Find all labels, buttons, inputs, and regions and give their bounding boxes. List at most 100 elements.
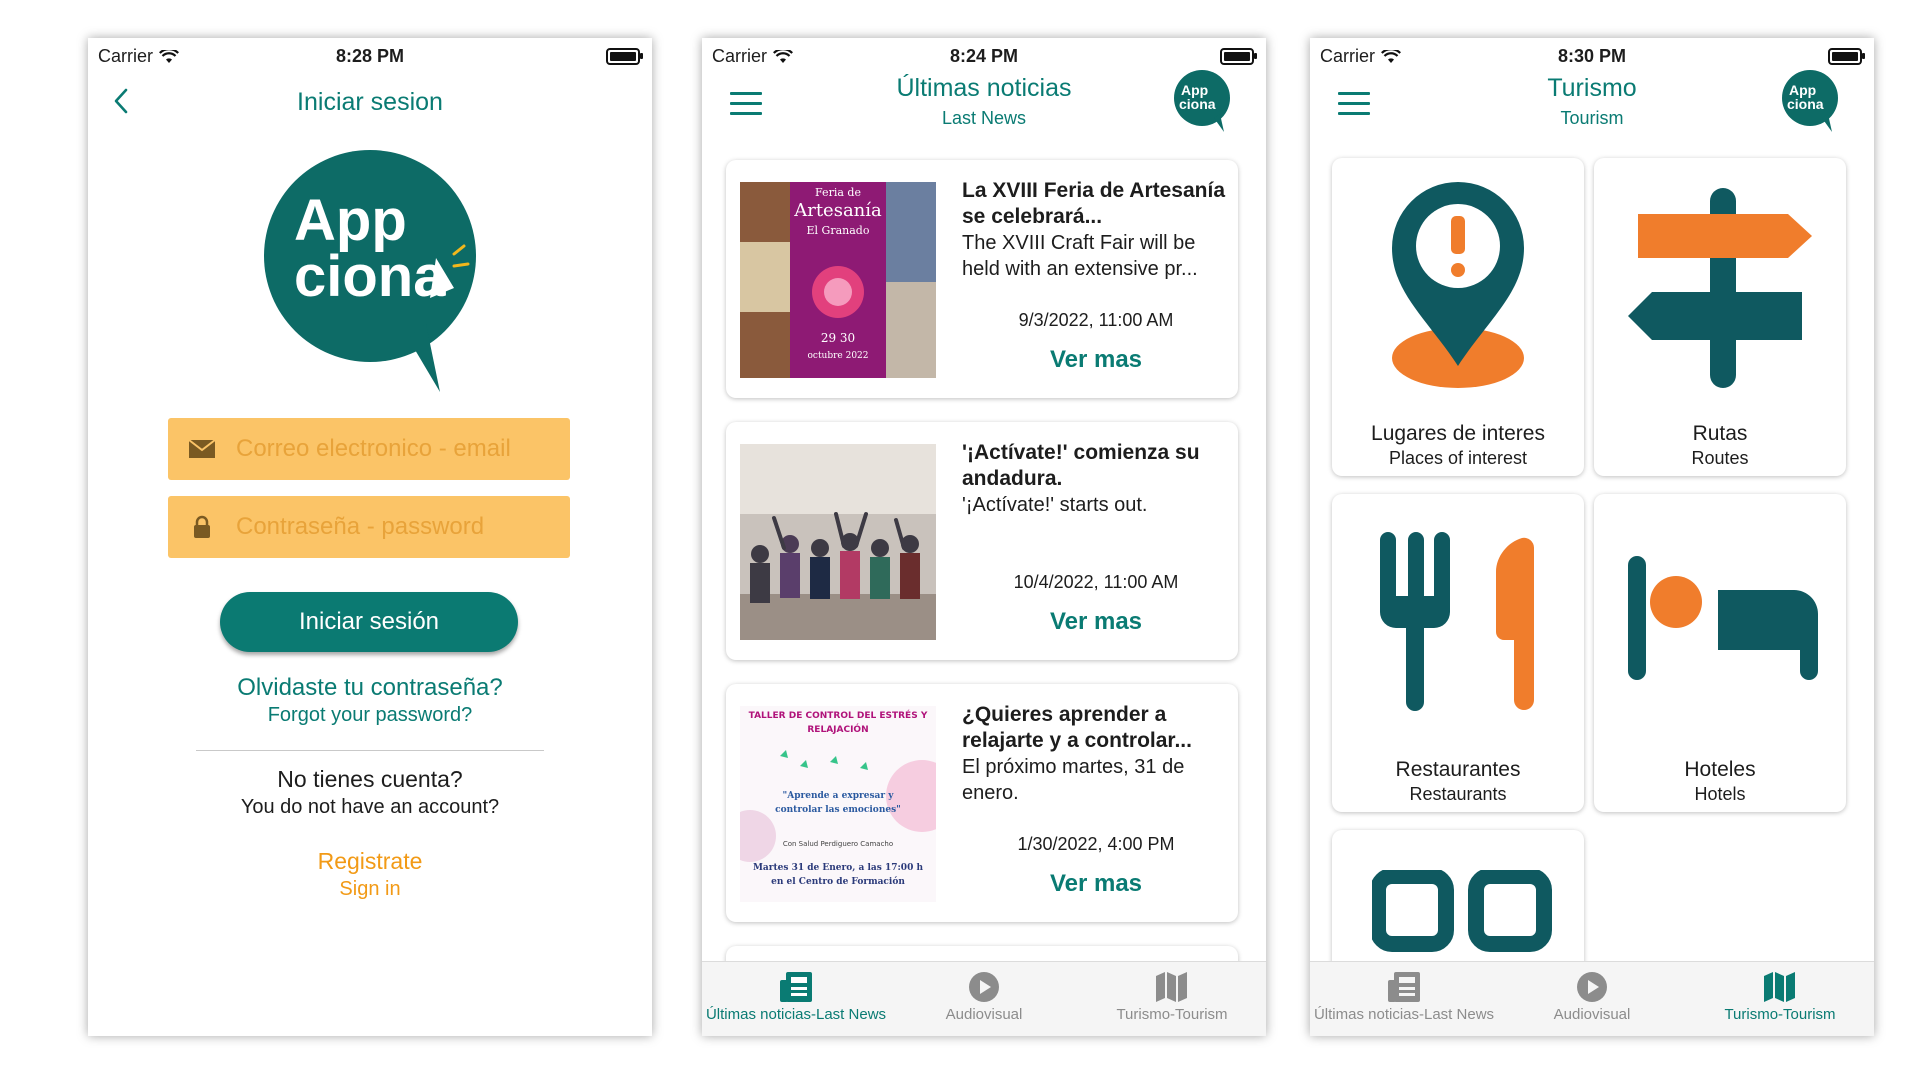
tile-sublabel: Routes xyxy=(1691,448,1749,468)
tab-label: Audiovisual xyxy=(1553,1006,1631,1023)
register-link[interactable]: Registrate xyxy=(88,848,652,875)
bed-icon xyxy=(1628,556,1818,680)
tourism-screen: Carrier 8:30 PM Turismo Tourism App cion… xyxy=(1310,38,1874,1036)
svg-text:Con Salud Perdiguero Camacho: Con Salud Perdiguero Camacho xyxy=(783,840,893,848)
svg-text:en el Centro de Formación: en el Centro de Formación xyxy=(771,876,905,887)
forgot-password-link-en[interactable]: Forgot your password? xyxy=(88,704,652,727)
tab-bar: Últimas noticias-Last News Audiovisual T… xyxy=(702,961,1266,1036)
tab-label: Últimas noticias-Last News xyxy=(705,1006,887,1023)
clock: 8:24 PM xyxy=(949,46,1019,66)
tab-label: Audiovisual xyxy=(945,1006,1023,1023)
email-field[interactable] xyxy=(168,418,570,480)
appciona-mini-logo: App ciona xyxy=(1174,70,1230,132)
forgot-password-link[interactable]: Olvidaste tu contraseña? xyxy=(88,674,652,702)
tile-label: Hoteles xyxy=(1684,758,1756,781)
status-bar: Carrier 8:28 PM xyxy=(88,38,652,72)
svg-text:ciona: ciona xyxy=(1179,96,1216,112)
tab-tourism[interactable]: Turismo-Tourism xyxy=(1686,970,1874,1023)
tile-label: Lugares de interes xyxy=(1371,422,1545,445)
tab-audiovisual[interactable]: Audiovisual xyxy=(1498,970,1686,1023)
status-bar: Carrier 8:30 PM xyxy=(1310,38,1874,72)
svg-text:controlar las emociones": controlar las emociones" xyxy=(775,805,901,815)
appciona-logo: App ciona xyxy=(264,150,476,392)
svg-text:"Aprende a expresar y: "Aprende a expresar y xyxy=(783,791,895,801)
fork-knife-icon xyxy=(1380,532,1535,711)
news-description: '¡Actívate!' starts out. xyxy=(962,494,1148,516)
tile-sublabel: Hotels xyxy=(1694,784,1746,804)
signpost-icon xyxy=(1628,188,1812,388)
tile-sublabel: Restaurants xyxy=(1409,784,1507,804)
map-icon xyxy=(1156,972,1187,1002)
news-date: 1/30/2022, 4:00 PM xyxy=(1017,834,1175,854)
play-icon xyxy=(969,972,999,1002)
svg-text:Artesanía: Artesanía xyxy=(793,200,882,221)
login-screen: Carrier 8:28 PM Iniciar sesion App ciona… xyxy=(88,38,652,1036)
news-card[interactable]: Feria de Artesanía El Granado 29 30 octu… xyxy=(726,160,1238,398)
mail-icon xyxy=(188,438,216,460)
svg-text:29 30: 29 30 xyxy=(821,331,855,345)
location-pin-icon xyxy=(1392,182,1524,388)
clock: 8:28 PM xyxy=(335,46,405,66)
tab-label: Turismo-Tourism xyxy=(1116,1006,1228,1023)
news-title: '¡Actívate!' comienza su andadura. xyxy=(962,441,1200,490)
divider xyxy=(196,750,544,751)
tile-places-of-interest[interactable]: Lugares de interes Places of interest xyxy=(1332,158,1584,476)
svg-text:ciona: ciona xyxy=(294,244,446,309)
battery-icon xyxy=(606,48,643,65)
tile-label: Restaurantes xyxy=(1395,758,1521,781)
news-title: ¿Quieres aprender a relajarte y a contro… xyxy=(962,703,1192,752)
svg-text:TALLER DE CONTROL DEL ESTRÉS Y: TALLER DE CONTROL DEL ESTRÉS Y xyxy=(749,709,928,721)
clock: 8:30 PM xyxy=(1557,46,1627,66)
news-image-craft-fair: Feria de Artesanía El Granado 29 30 octu… xyxy=(740,182,936,378)
tab-audiovisual[interactable]: Audiovisual xyxy=(890,970,1078,1023)
news-description: El próximo martes, 31 de enero. xyxy=(962,756,1185,804)
email-input[interactable] xyxy=(234,434,558,464)
tile-hotels[interactable]: Hoteles Hotels xyxy=(1594,494,1846,812)
ver-mas-link[interactable]: Ver mas xyxy=(962,346,1230,374)
status-bar: Carrier 8:24 PM xyxy=(702,38,1266,72)
tab-news[interactable]: Últimas noticias-Last News xyxy=(1310,970,1498,1023)
svg-text:ciona: ciona xyxy=(1787,96,1824,112)
tile-restaurants[interactable]: Restaurantes Restaurants xyxy=(1332,494,1584,812)
password-field[interactable] xyxy=(168,496,570,558)
news-icon xyxy=(1388,972,1420,1002)
password-input[interactable] xyxy=(234,512,558,542)
page-title: Iniciar sesion xyxy=(297,88,443,116)
ver-mas-link[interactable]: Ver mas xyxy=(962,608,1230,636)
news-date: 10/4/2022, 11:00 AM xyxy=(1013,572,1179,592)
svg-text:El Granado: El Granado xyxy=(807,224,870,237)
tab-tourism[interactable]: Turismo-Tourism xyxy=(1078,970,1266,1023)
tile-routes[interactable]: Rutas Routes xyxy=(1594,158,1846,476)
svg-text:Martes 31 de Enero, a las 17:0: Martes 31 de Enero, a las 17:00 h xyxy=(753,863,923,873)
map-icon xyxy=(1764,972,1795,1002)
news-icon xyxy=(780,972,812,1002)
sign-in-link[interactable]: Sign in xyxy=(88,878,652,901)
tab-label: Últimas noticias-Last News xyxy=(1313,1006,1495,1023)
no-account-label-en: You do not have an account? xyxy=(240,796,500,818)
tab-news[interactable]: Últimas noticias-Last News xyxy=(702,970,890,1023)
tab-bar: Últimas noticias-Last News Audiovisual T… xyxy=(1310,961,1874,1036)
news-description: The XVIII Craft Fair will be held with a… xyxy=(962,232,1198,280)
squares-icon xyxy=(1372,870,1552,952)
svg-text:Feria de: Feria de xyxy=(815,186,861,199)
ver-mas-link[interactable]: Ver mas xyxy=(962,870,1230,898)
tile-label: Rutas xyxy=(1692,422,1748,445)
appciona-mini-logo: App ciona xyxy=(1782,70,1838,132)
no-account-label: No tienes cuenta? xyxy=(277,766,463,792)
news-card[interactable]: TALLER DE CONTROL DEL ESTRÉS Y RELAJACIÓ… xyxy=(726,684,1238,922)
svg-text:octubre 2022: octubre 2022 xyxy=(807,351,868,361)
battery-icon xyxy=(1220,48,1257,65)
svg-text:RELAJACIÓN: RELAJACIÓN xyxy=(807,723,868,735)
tab-label: Turismo-Tourism xyxy=(1724,1006,1836,1023)
news-date: 9/3/2022, 11:00 AM xyxy=(1018,310,1174,330)
news-screen: Carrier 8:24 PM Últimas noticias Last Ne… xyxy=(702,38,1266,1036)
news-card[interactable]: '¡Actívate!' comienza su andadura. '¡Act… xyxy=(726,422,1238,660)
lock-icon xyxy=(188,515,216,538)
tile-sublabel: Places of interest xyxy=(1388,448,1528,468)
news-title: La XVIII Feria de Artesanía se celebrará… xyxy=(962,179,1225,228)
news-image-group-photo xyxy=(740,444,936,640)
play-icon xyxy=(1577,972,1607,1002)
battery-icon xyxy=(1828,48,1865,65)
login-button[interactable]: Iniciar sesión xyxy=(220,592,518,652)
news-image-workshop-poster: TALLER DE CONTROL DEL ESTRÉS Y RELAJACIÓ… xyxy=(740,706,936,902)
